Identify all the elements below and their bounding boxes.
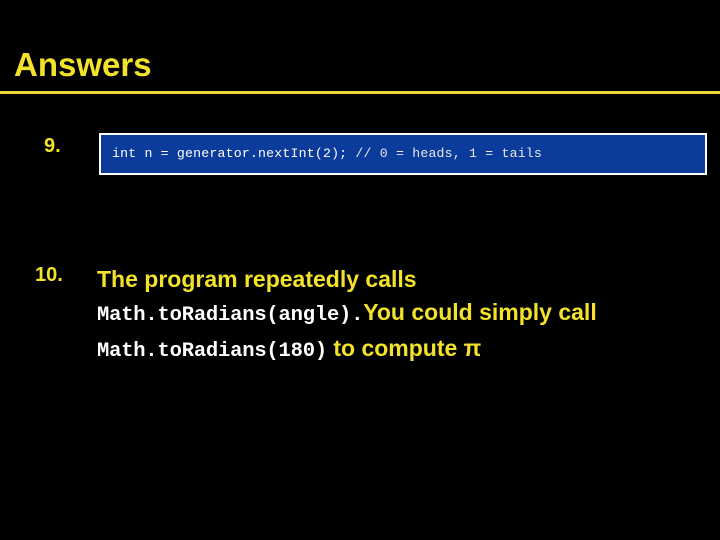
answers-list: 9. int n = generator.nextInt(2); // 0 = … [0, 118, 720, 363]
list-item-number: 9. [44, 135, 61, 157]
inline-code-to-radians-angle: Math.toRadians(angle). [97, 304, 364, 327]
code-statement: int n = generator.nextInt(2); [112, 146, 356, 161]
list-item-number: 10. [35, 264, 63, 286]
page-title: Answers [14, 46, 152, 83]
slide-header: Answers [0, 46, 720, 96]
list-item-text: The program repeatedly calls Math.toRadi… [97, 263, 637, 368]
inline-code-to-radians-180: Math.toRadians(180) [97, 340, 327, 363]
text-segment-prose: to compute π [326, 335, 482, 361]
text-segment-prose: You could simply call [363, 299, 597, 325]
code-comment: // 0 = heads, 1 = tails [355, 146, 543, 161]
slide-canvas: Answers 9. int n = generator.nextInt(2);… [0, 0, 720, 540]
list-item-9: 9. int n = generator.nextInt(2); // 0 = … [0, 118, 720, 190]
text-segment-prose: The program repeatedly calls [97, 266, 417, 292]
list-item-10: 10. The program repeatedly calls Math.to… [0, 190, 720, 363]
code-callout-box: int n = generator.nextInt(2); // 0 = hea… [99, 133, 707, 175]
code-line: int n = generator.nextInt(2); // 0 = hea… [101, 146, 542, 162]
title-divider [0, 91, 720, 94]
